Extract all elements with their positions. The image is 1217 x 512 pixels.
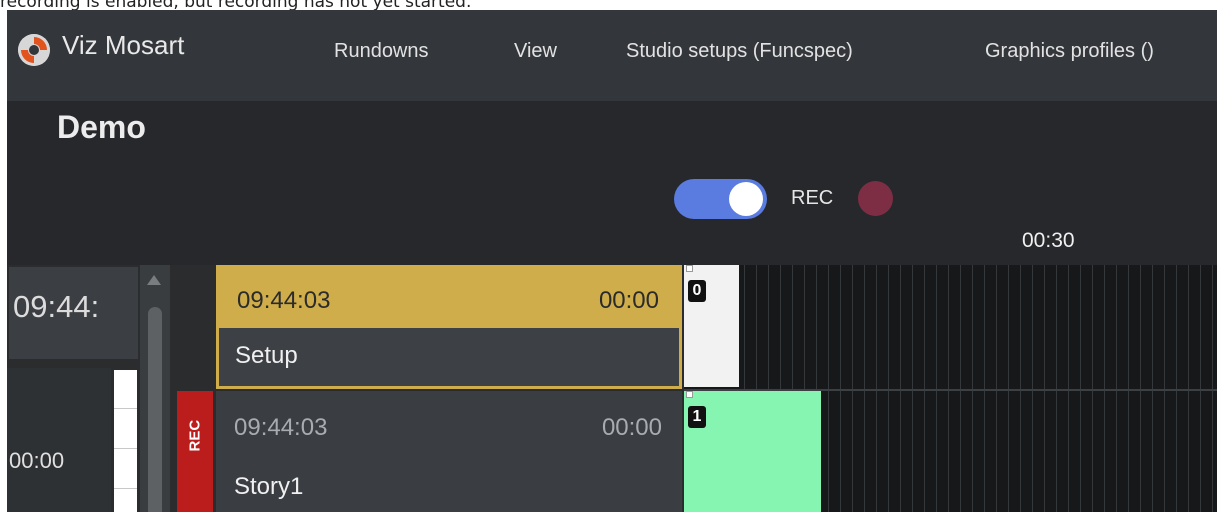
rec-status-indicator — [858, 181, 893, 216]
menu-item-studio-setups[interactable]: Studio setups (Funcspec) — [626, 40, 853, 63]
timeline[interactable]: 0 1 — [684, 265, 1217, 512]
story-duration: 00:00 — [598, 287, 659, 314]
clip-handle[interactable] — [686, 265, 693, 272]
rundown-title: Demo — [57, 109, 146, 145]
menu-item-graphics-profiles[interactable]: Graphics profiles () — [985, 40, 1154, 63]
clock-panel: 09:44: — [7, 265, 140, 361]
rundown-header: Demo REC 00:30 — [7, 101, 1217, 265]
strip-tick — [114, 408, 137, 409]
rec-label: REC — [791, 187, 834, 209]
scroll-thumb[interactable] — [148, 307, 162, 512]
story-duration: 00:00 — [601, 414, 662, 441]
story-time: 09:44:03 — [234, 414, 328, 441]
story-row-setup[interactable]: 09:44:03 00:00 Setup — [216, 265, 682, 389]
story-row-story1[interactable]: 09:44:03 00:00 Story1 — [216, 391, 682, 512]
menu-bar: Viz Mosart Rundowns View Studio setups (… — [7, 10, 1217, 101]
screenshot: recording is enabled, but recording has … — [0, 0, 1217, 512]
story-name: Story1 — [234, 473, 304, 500]
menu-item-rundowns[interactable]: Rundowns — [334, 40, 429, 63]
story-time: 09:44:03 — [237, 287, 331, 314]
app-window: Viz Mosart Rundowns View Studio setups (… — [7, 10, 1217, 512]
rec-marker: REC — [177, 391, 213, 512]
rec-marker-label: REC — [186, 419, 204, 452]
clip-handle[interactable] — [686, 391, 693, 398]
progress-strip — [114, 370, 137, 512]
strip-tick — [114, 488, 137, 489]
app-title: Viz Mosart — [62, 30, 185, 60]
story-name: Setup — [235, 342, 298, 369]
rec-toggle-knob — [729, 182, 763, 216]
clip-index-badge: 1 — [688, 406, 706, 428]
timeline-time-marker: 00:30 — [1022, 229, 1075, 252]
duration-panel: 00:00 — [7, 368, 111, 512]
caption-text: recording is enabled, but recording has … — [0, 0, 472, 10]
duration-readout: 00:00 — [9, 448, 65, 473]
clip-index-badge: 0 — [688, 280, 706, 302]
rec-toggle[interactable] — [674, 179, 767, 219]
viz-logo-icon — [18, 34, 50, 66]
current-clock: 09:44: — [13, 289, 100, 324]
menu-item-view[interactable]: View — [514, 40, 557, 63]
scroll-up-arrow-icon[interactable] — [147, 275, 161, 285]
vertical-scrollbar[interactable] — [140, 265, 170, 512]
strip-tick — [114, 448, 137, 449]
story-name-box: Setup — [219, 328, 679, 386]
